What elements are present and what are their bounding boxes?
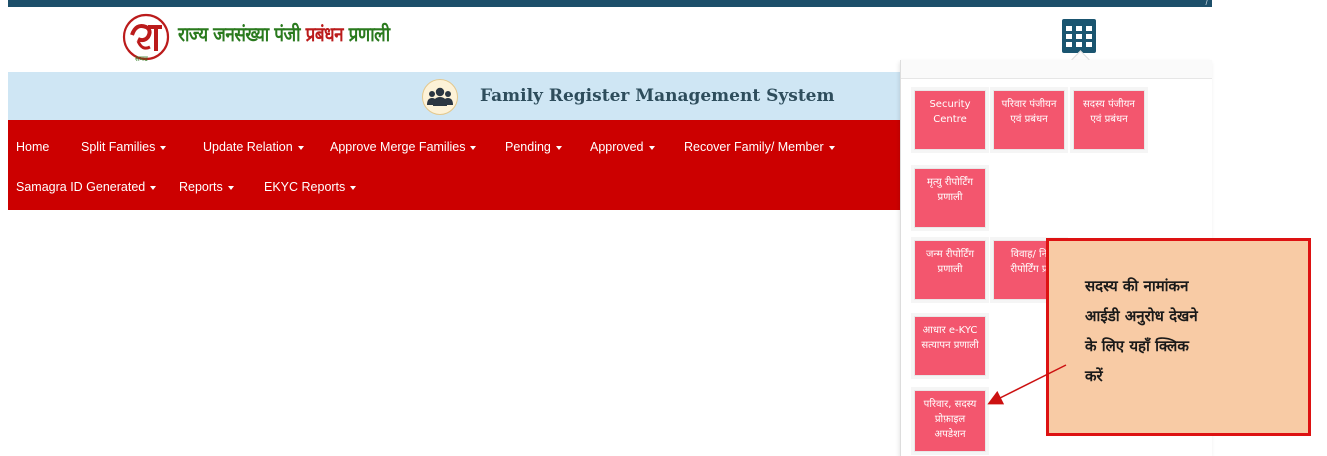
caret-down-icon <box>227 185 234 190</box>
nav-approve-merge-families[interactable]: Approve Merge Families <box>330 140 477 154</box>
caret-down-icon <box>160 145 167 150</box>
grid-icon[interactable] <box>1062 19 1096 53</box>
nav-label: EKYC Reports <box>264 180 346 194</box>
app-tile-security-centre[interactable]: Security Centre <box>911 87 989 153</box>
nav-label: Approve Merge Families <box>330 140 466 154</box>
top-strip: / <box>8 0 1212 7</box>
app-tile-family-registration[interactable]: परिवार पंजीयन एवं प्रबंधन <box>990 87 1068 153</box>
nav-label: Update Relation <box>203 140 293 154</box>
instruction-callout: सदस्य की नामांकन आईडी अनुरोध देखने के लि… <box>1046 238 1311 436</box>
main-navbar: Home Split Families Update Relation Appr… <box>8 120 900 210</box>
nav-recover-family-member[interactable]: Recover Family/ Member <box>684 140 835 154</box>
caret-down-icon <box>828 145 835 150</box>
page-title: Family Register Management System <box>480 86 835 106</box>
callout-text: सदस्य की नामांकन आईडी अनुरोध देखने के लि… <box>1085 277 1198 385</box>
nav-samagra-id-generated[interactable]: Samagra ID Generated <box>16 180 157 194</box>
app-tile-death-reporting[interactable]: मृत्यु रीपोर्टिंग प्रणाली <box>911 165 989 231</box>
nav-label: Samagra ID Generated <box>16 180 146 194</box>
samagra-logo-icon: समग्र <box>118 11 174 67</box>
nav-update-relation[interactable]: Update Relation <box>203 140 304 154</box>
users-group-icon <box>422 79 458 115</box>
nav-label: Split Families <box>81 140 156 154</box>
site-logo[interactable]: समग्र राज्य जनसंख्या पंजी प्रबंधन प्रणाल… <box>118 10 427 68</box>
nav-ekyc-reports[interactable]: EKYC Reports <box>264 180 357 194</box>
site-title: राज्य जनसंख्या पंजी प्रबंधन प्रणाली <box>178 20 390 47</box>
nav-split-families[interactable]: Split Families <box>81 140 167 154</box>
nav-pending[interactable]: Pending <box>505 140 562 154</box>
topbar-corner-text: / <box>1205 0 1208 7</box>
nav-label: Recover Family/ Member <box>684 140 824 154</box>
app-tile-profile-updation[interactable]: परिवार, सदस्य प्रोफ़ाइल अपडेशन <box>911 387 989 455</box>
caret-down-icon <box>555 145 562 150</box>
site-title-main: राज्य जनसंख्या पंजी <box>178 21 306 46</box>
nav-label: Pending <box>505 140 551 154</box>
app-tile-member-registration[interactable]: सदस्य पंजीयन एवं प्रबंधन <box>1070 87 1148 153</box>
app-tile-birth-reporting[interactable]: जन्म रीपोर्टिंग प्रणाली <box>911 237 989 303</box>
site-title-tail: प्रणाली <box>343 21 390 46</box>
nav-reports[interactable]: Reports <box>179 180 234 194</box>
caret-down-icon <box>350 185 357 190</box>
nav-approved[interactable]: Approved <box>590 140 655 154</box>
panel-header <box>901 60 1212 79</box>
site-title-highlight: प्रबंधन <box>305 21 344 46</box>
nav-home[interactable]: Home <box>16 140 49 154</box>
caret-down-icon <box>470 145 477 150</box>
nav-label: Home <box>16 140 50 154</box>
app-tile-aadhaar-ekyc[interactable]: आधार e-KYC सत्यापन प्रणाली <box>911 313 989 379</box>
caret-down-icon <box>297 145 304 150</box>
caret-down-icon <box>150 185 157 190</box>
nav-label: Reports <box>179 180 223 194</box>
nav-label: Approved <box>590 140 644 154</box>
caret-down-icon <box>648 145 655 150</box>
logo-mark-text: समग्र <box>135 55 148 63</box>
